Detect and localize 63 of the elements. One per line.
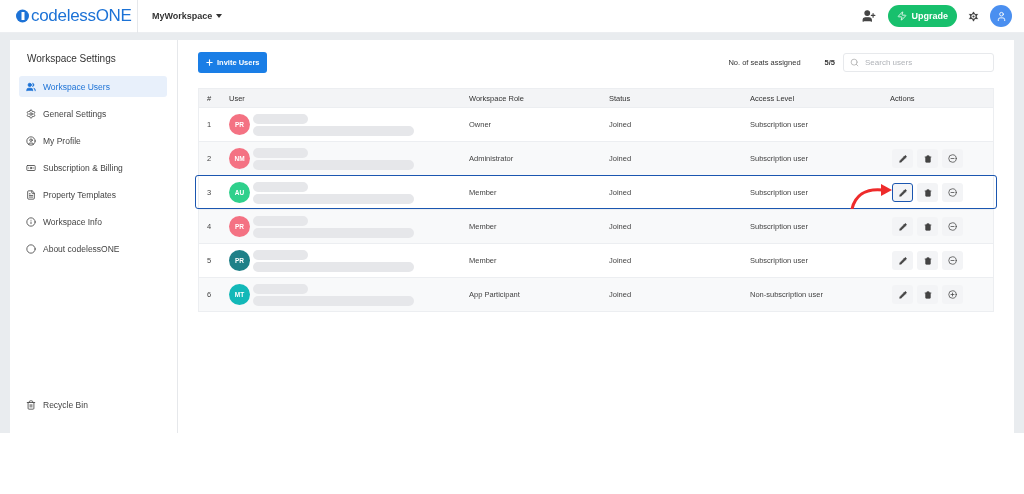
minus-circle-icon xyxy=(948,222,957,231)
person-icon xyxy=(995,10,1007,22)
arrow-annotation xyxy=(849,182,893,210)
edit-button[interactable] xyxy=(892,251,913,270)
minus-circle-icon xyxy=(948,154,957,163)
sidebar-item[interactable]: Workspace Users xyxy=(19,76,167,97)
users-icon xyxy=(26,81,36,92)
sidebar-item[interactable]: Workspace Info xyxy=(19,211,167,232)
redacted-name-bar xyxy=(253,249,308,260)
logo-icon xyxy=(16,9,29,23)
info-icon xyxy=(26,216,36,227)
pencil-icon xyxy=(898,256,907,265)
document-icon xyxy=(26,189,36,200)
sidebar-item[interactable]: General Settings xyxy=(19,103,167,124)
edit-button[interactable] xyxy=(892,149,913,168)
sidebar-item[interactable]: Recycle Bin xyxy=(19,394,167,415)
bin-icon xyxy=(26,399,36,410)
remove-button[interactable] xyxy=(942,183,963,202)
add-user-icon xyxy=(862,9,877,23)
delete-button[interactable] xyxy=(917,285,938,304)
edit-button[interactable] xyxy=(892,217,913,236)
sidebar-item[interactable]: Property Templates xyxy=(19,184,167,205)
search-icon xyxy=(850,58,859,67)
sidebar-item[interactable]: About codelessONE xyxy=(19,238,167,259)
plus-circle-icon xyxy=(948,290,957,299)
trash-icon xyxy=(923,188,932,197)
edit-button[interactable] xyxy=(892,183,913,202)
pencil-icon xyxy=(898,222,907,231)
logo-text: codelessONE xyxy=(31,6,132,26)
pencil-icon xyxy=(898,188,907,197)
redacted-name-bar xyxy=(253,181,308,192)
bolt-icon xyxy=(897,11,908,21)
banknote-icon xyxy=(26,162,36,173)
sidebar-item[interactable]: Subscription & Billing xyxy=(19,157,167,178)
trash-icon xyxy=(923,290,932,299)
caret-icon xyxy=(216,14,223,18)
gear-icon xyxy=(26,108,36,119)
circle-icon xyxy=(26,243,36,254)
plus-icon xyxy=(205,58,214,67)
pencil-icon xyxy=(898,290,907,299)
delete-button[interactable] xyxy=(917,251,938,270)
profile-icon xyxy=(26,135,36,146)
remove-button[interactable] xyxy=(942,251,963,270)
add-user-button[interactable] xyxy=(862,9,877,23)
trash-icon xyxy=(923,154,932,163)
workspace-dropdown[interactable]: MyWorkspace xyxy=(152,11,223,21)
search-field[interactable]: Search users xyxy=(843,53,994,72)
edit-button[interactable] xyxy=(892,285,913,304)
settings-icon xyxy=(967,9,980,23)
pencil-icon xyxy=(898,154,907,163)
settings-button[interactable] xyxy=(967,9,980,23)
add-button[interactable] xyxy=(942,285,963,304)
trash-icon xyxy=(923,256,932,265)
redacted-name-bar xyxy=(253,113,308,124)
minus-circle-icon xyxy=(948,188,957,197)
avatar-button[interactable] xyxy=(990,5,1012,27)
sidebar-title: Workspace Settings xyxy=(27,53,117,64)
minus-circle-icon xyxy=(948,256,957,265)
sidebar-item[interactable]: My Profile xyxy=(19,130,167,151)
delete-button[interactable] xyxy=(917,183,938,202)
delete-button[interactable] xyxy=(917,149,938,168)
trash-icon xyxy=(923,222,932,231)
delete-button[interactable] xyxy=(917,217,938,236)
